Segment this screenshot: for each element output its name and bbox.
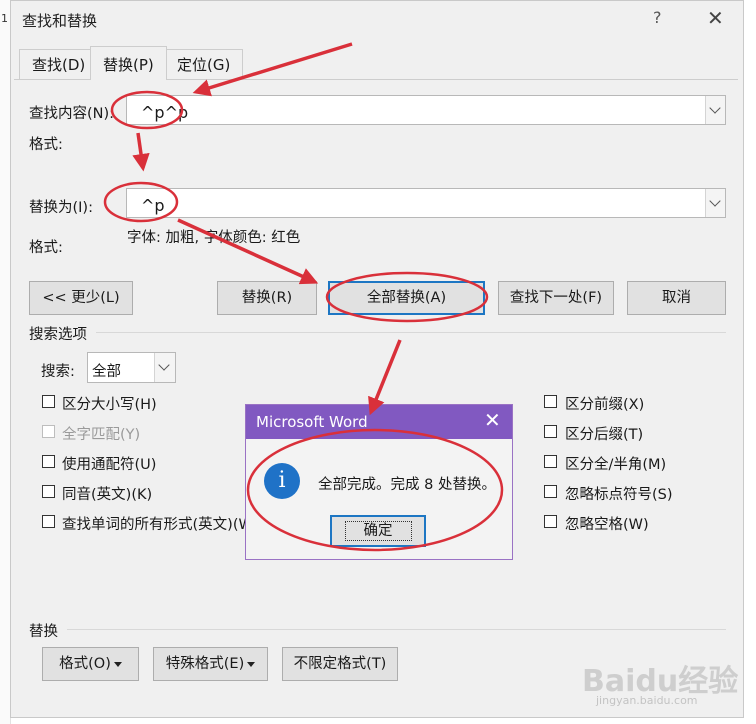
special-format-button[interactable]: 特殊格式(E) — [153, 647, 268, 681]
search-direction-label: 搜索: — [41, 364, 75, 380]
no-formatting-button[interactable]: 不限定格式(T) — [282, 647, 398, 681]
find-input-value: ^p^p — [141, 103, 189, 122]
sounds-like-label: 同音(英文)(K) — [62, 487, 153, 503]
info-icon: i — [264, 463, 300, 499]
replace-label: 替换为(I): — [29, 200, 93, 216]
wildcards-checkbox[interactable] — [42, 455, 55, 468]
replace-section-heading: 替换 — [29, 624, 58, 640]
chevron-down-icon — [158, 359, 170, 371]
replace-input[interactable]: ^p — [126, 188, 726, 218]
all-word-forms-checkbox[interactable] — [42, 515, 55, 528]
whole-word-checkbox — [42, 425, 55, 438]
close-icon[interactable]: ✕ — [484, 408, 501, 432]
find-format-label: 格式: — [29, 137, 63, 153]
background-window-text: 1 — [1, 12, 8, 25]
watermark-url: jingyan.baidu.com — [596, 694, 698, 707]
dialog-title: 查找和替换 — [22, 12, 98, 30]
tab-replace[interactable]: 替换(P) — [90, 46, 167, 80]
search-direction-value: 全部 — [92, 364, 121, 380]
search-direction-dropdown[interactable] — [154, 353, 175, 382]
match-width-checkbox[interactable] — [544, 455, 557, 468]
help-icon[interactable]: ? — [653, 8, 662, 27]
search-options-divider — [96, 332, 726, 333]
ok-button[interactable]: 确定 — [330, 515, 426, 547]
special-format-button-label: 特殊格式(E) — [165, 656, 245, 672]
match-suffix-label: 区分后缀(T) — [565, 427, 644, 443]
search-options-heading: 搜索选项 — [29, 327, 87, 343]
replace-input-value: ^p — [141, 196, 165, 215]
ignore-punct-checkbox[interactable] — [544, 485, 557, 498]
replace-button[interactable]: 替换(R) — [217, 281, 317, 315]
ignore-punct-label: 忽略标点符号(S) — [565, 487, 673, 503]
tab-find-label: 查找(D) — [32, 56, 86, 74]
replace-format-label: 格式: — [29, 240, 63, 256]
find-next-button[interactable]: 查找下一处(F) — [498, 281, 614, 315]
message-text: 全部完成。完成 8 处替换。 — [318, 477, 496, 493]
wildcards-label: 使用通配符(U) — [62, 457, 157, 473]
find-dropdown-button[interactable] — [705, 96, 725, 124]
chevron-down-icon — [709, 102, 721, 114]
match-width-label: 区分全/半角(M) — [565, 457, 667, 473]
search-direction-select[interactable]: 全部 — [87, 352, 176, 383]
less-button[interactable]: << 更少(L) — [29, 281, 133, 315]
ignore-space-label: 忽略空格(W) — [565, 517, 649, 533]
format-button-label: 格式(O) — [59, 656, 111, 672]
cancel-button[interactable]: 取消 — [627, 281, 726, 315]
find-input[interactable]: ^p^p — [126, 95, 726, 125]
ok-button-label: 确定 — [344, 521, 412, 541]
all-word-forms-label: 查找单词的所有形式(英文)(W) — [62, 517, 259, 533]
format-button[interactable]: 格式(O) — [42, 647, 139, 681]
match-prefix-label: 区分前缀(X) — [565, 397, 645, 413]
replace-all-button[interactable]: 全部替换(A) — [328, 281, 485, 315]
replace-dropdown-button[interactable] — [705, 189, 725, 217]
message-box: Microsoft Word ✕ i 全部完成。完成 8 处替换。 确定 — [245, 404, 513, 560]
match-suffix-checkbox[interactable] — [544, 425, 557, 438]
replace-format-value: 字体: 加粗, 字体颜色: 红色 — [127, 230, 301, 246]
replace-section-divider — [67, 629, 726, 630]
message-box-title: Microsoft Word — [256, 413, 368, 431]
match-prefix-checkbox[interactable] — [544, 395, 557, 408]
ignore-space-checkbox[interactable] — [544, 515, 557, 528]
tab-replace-label: 替换(P) — [103, 56, 154, 74]
match-case-checkbox[interactable] — [42, 395, 55, 408]
sounds-like-checkbox[interactable] — [42, 485, 55, 498]
find-label: 查找内容(N): — [29, 106, 115, 122]
whole-word-label: 全字匹配(Y) — [62, 427, 141, 443]
chevron-down-icon — [709, 195, 721, 207]
match-case-label: 区分大小写(H) — [62, 397, 157, 413]
dropdown-arrow-icon — [247, 661, 256, 667]
tab-goto[interactable]: 定位(G) — [164, 49, 244, 79]
tab-goto-label: 定位(G) — [177, 56, 231, 74]
tab-find[interactable]: 查找(D) — [19, 49, 99, 79]
dropdown-arrow-icon — [113, 661, 122, 667]
close-icon[interactable]: ✕ — [707, 6, 724, 30]
